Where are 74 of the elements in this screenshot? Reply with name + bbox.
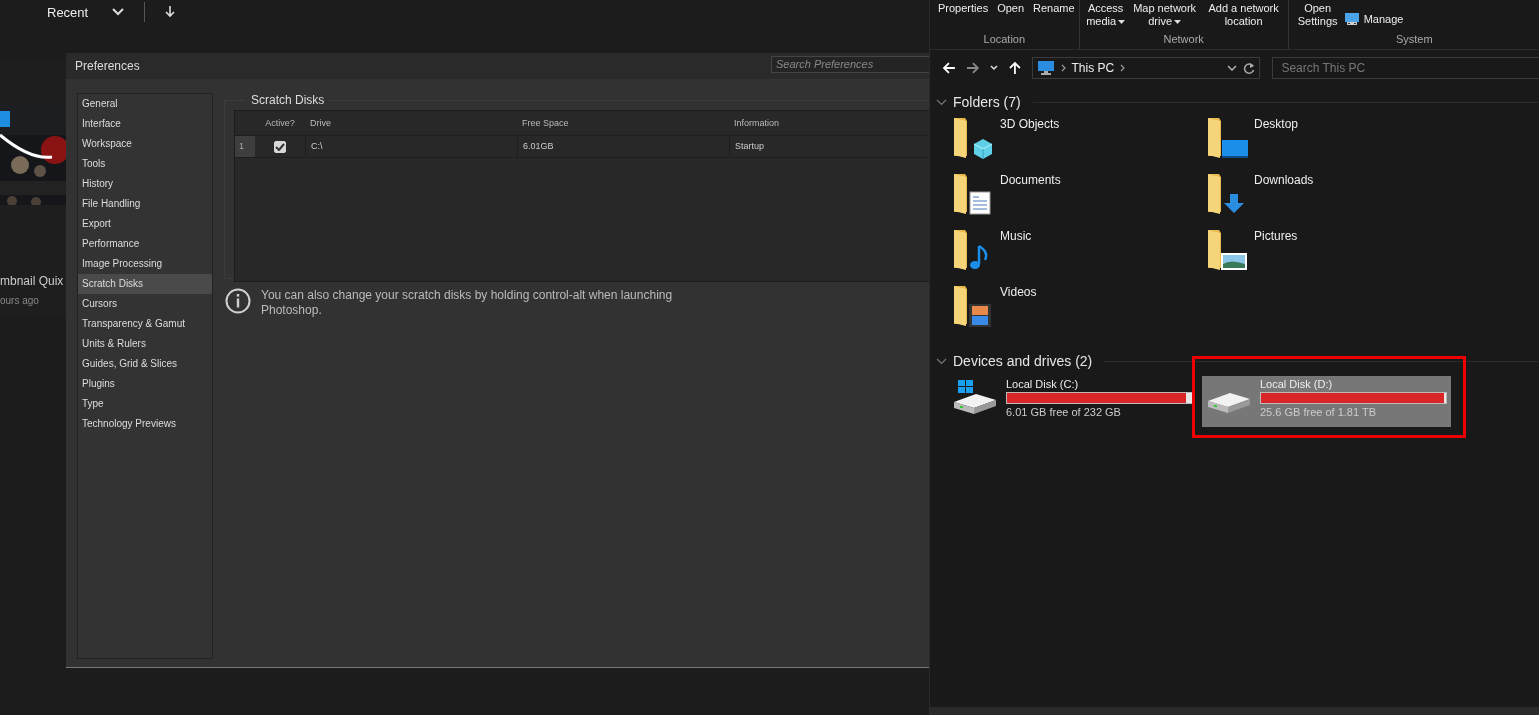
hard-drive-icon (1206, 392, 1252, 414)
column-header: Active? (264, 118, 296, 128)
forward-arrow-icon[interactable] (965, 61, 980, 75)
sidebar-item[interactable]: Image Processing (78, 254, 212, 274)
back-arrow-icon[interactable] (942, 61, 956, 75)
sidebar-item[interactable]: Cursors (78, 294, 212, 314)
sidebar-item[interactable]: History (78, 174, 212, 194)
folder-item[interactable]: Documents (1000, 173, 1061, 187)
folder-item[interactable]: Desktop (1254, 117, 1299, 131)
refresh-icon (1243, 62, 1256, 74)
down-arrow-icon[interactable] (165, 6, 176, 18)
folder-item[interactable]: Music (1000, 229, 1032, 243)
sidebar-item[interactable]: Guides, Grid & Slices (78, 354, 212, 374)
table-cell: 6.01GB (517, 136, 729, 157)
sidebar-item[interactable]: Tools (78, 154, 212, 174)
sidebar-item[interactable]: Transparency & Gamut (78, 314, 212, 334)
ribbon-button[interactable]: Manage (1343, 12, 1404, 26)
card-title: mbnail Quix (0, 274, 64, 288)
recent-dropdown[interactable]: Recent (47, 4, 89, 20)
folder-item[interactable]: Videos (1000, 285, 1037, 299)
column-header: Free Space (521, 118, 570, 128)
drive-tile[interactable]: Local Disk (D:) 25.6 GB free of 1.81 TB (1202, 376, 1451, 427)
sidebar-item[interactable]: Interface (78, 114, 212, 134)
sidebar-item[interactable]: General (78, 94, 212, 114)
ribbon-button[interactable]: Properties (938, 2, 989, 33)
drive-free-space: 25.6 GB free of 1.81 TB (1260, 406, 1377, 418)
info-text: You can also change your scratch disks by holding control-alt when launching Photoshop. (261, 288, 674, 318)
computer-icon (1036, 60, 1055, 76)
sidebar-item[interactable]: File Handling (78, 194, 212, 214)
chevron-down-icon (1227, 65, 1238, 71)
chevron-right-icon (1120, 64, 1126, 72)
drive-free-space: 6.01 GB free of 232 GB (1006, 406, 1122, 418)
ribbon-button[interactable]: Map network drive (1128, 2, 1201, 33)
search-field[interactable]: Search This PC (1272, 57, 1539, 79)
drive-name: Local Disk (C:) (1006, 378, 1080, 390)
drive-name: Local Disk (D:) (1260, 378, 1334, 390)
search-field[interactable]: Search Preferences (771, 55, 929, 73)
checkbox[interactable] (274, 140, 286, 153)
group-label: Location (982, 33, 1027, 47)
sidebar-item[interactable]: Scratch Disks (78, 274, 212, 294)
address-bar[interactable]: This PC (1031, 57, 1261, 79)
ribbon-button[interactable]: Rename (1033, 2, 1075, 33)
sidebar-item[interactable]: Plugins (78, 374, 212, 394)
sidebar-item[interactable]: Technology Previews (78, 414, 212, 434)
ribbon-button[interactable]: Add a network location (1203, 2, 1284, 33)
timestamp: ours ago (0, 295, 39, 306)
sidebar-item[interactable]: Units & Rulers (78, 334, 212, 354)
group-label: Network (1162, 33, 1205, 47)
section-header[interactable]: Folders (7) (953, 94, 1021, 110)
info-icon (225, 288, 251, 314)
column-header: Information (733, 118, 781, 128)
window-title: Preferences (75, 59, 140, 73)
sidebar-item[interactable]: Workspace (78, 134, 212, 154)
ribbon-button[interactable]: Access media (1085, 2, 1126, 33)
folder-item[interactable]: Downloads (1254, 173, 1314, 187)
chevron-right-icon (1060, 64, 1066, 72)
ribbon-button[interactable]: Open (997, 2, 1025, 33)
sidebar-item[interactable]: Type (78, 394, 212, 414)
section-header[interactable]: Devices and drives (2) (953, 353, 1093, 369)
row-number: 1 (235, 136, 255, 157)
ribbon-button[interactable]: Open Settings (1294, 2, 1341, 33)
column-header: Drive (309, 118, 332, 128)
sidebar-item[interactable]: Performance (78, 234, 212, 254)
hard-drive-icon (952, 378, 998, 414)
up-arrow-icon[interactable] (1007, 61, 1022, 75)
folder-item[interactable]: 3D Objects (1000, 117, 1060, 131)
breadcrumb[interactable]: This PC (1071, 61, 1115, 75)
group-label: System (1394, 33, 1434, 47)
group-title: Scratch Disks (250, 93, 326, 107)
folder-item[interactable]: Pictures (1254, 229, 1298, 243)
drive-tile[interactable]: Local Disk (C:) 6.01 GB free of 232 GB (948, 376, 1197, 427)
table-cell: C:\ (305, 136, 517, 157)
computer-icon (1343, 12, 1360, 26)
sidebar-item[interactable]: Export (78, 214, 212, 234)
